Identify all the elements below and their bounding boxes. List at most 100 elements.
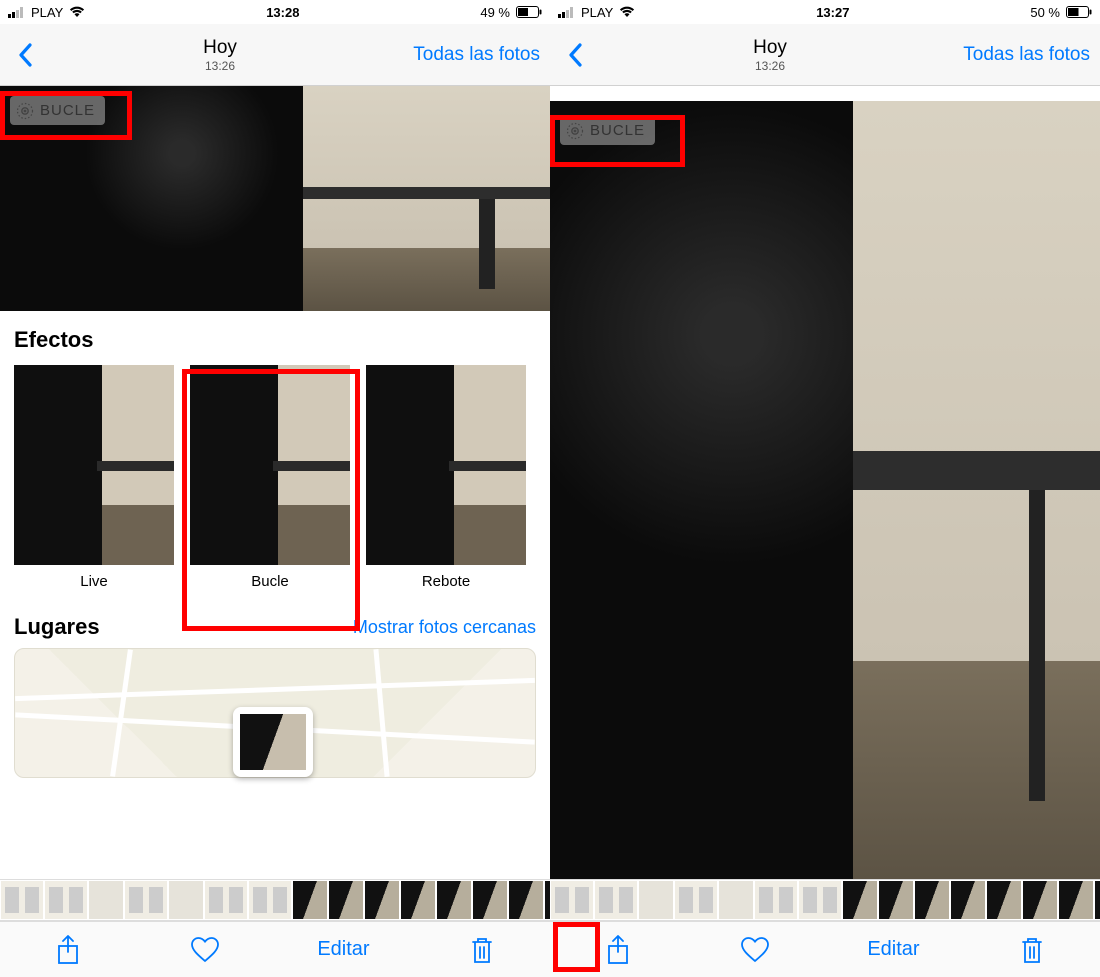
strip-thumb[interactable] — [401, 881, 435, 919]
signal-icon — [558, 7, 575, 18]
battery-icon — [516, 6, 542, 18]
strip-thumb[interactable] — [1059, 881, 1093, 919]
strip-thumb[interactable] — [89, 881, 123, 919]
effects-row[interactable]: Live Bucle Rebote — [14, 365, 536, 590]
wifi-icon — [69, 6, 85, 18]
strip-thumb[interactable] — [551, 881, 593, 919]
status-left: PLAY — [8, 5, 85, 20]
photo-preview[interactable]: BUCLE — [0, 86, 550, 311]
effects-section: Efectos Live Bucle Rebote — [0, 311, 550, 600]
signal-icon — [8, 7, 25, 18]
strip-thumb[interactable] — [473, 881, 507, 919]
map-photo-pin[interactable] — [233, 707, 313, 777]
status-bar: PLAY 13:27 50 % — [550, 0, 1100, 24]
thumbnail-strip[interactable] — [550, 879, 1100, 921]
clock: 13:27 — [816, 5, 849, 20]
strip-thumb[interactable] — [249, 881, 291, 919]
effects-heading: Efectos — [14, 327, 536, 353]
back-button[interactable] — [560, 43, 590, 67]
edit-button[interactable]: Editar — [317, 938, 369, 961]
battery-percent: 50 % — [1030, 5, 1060, 20]
badge-label: BUCLE — [40, 102, 95, 119]
spacer — [550, 86, 1100, 101]
battery-percent: 49 % — [480, 5, 510, 20]
trash-icon — [470, 935, 494, 965]
screenshot-right: PLAY 13:27 50 % Hoy 13:26 Todas las foto… — [550, 0, 1100, 977]
back-button[interactable] — [10, 43, 40, 67]
strip-thumb[interactable] — [675, 881, 717, 919]
strip-thumb[interactable] — [1, 881, 43, 919]
nav-title-group: Hoy 13:26 — [40, 37, 400, 73]
nearby-photos-link[interactable]: Mostrar fotos cercanas — [353, 617, 536, 638]
strip-thumb[interactable] — [799, 881, 841, 919]
photo-preview[interactable]: BUCLE — [550, 101, 1100, 879]
battery-icon — [1066, 6, 1092, 18]
chevron-left-icon — [568, 43, 582, 67]
photo-content — [550, 101, 1100, 879]
nav-title: Hoy — [40, 37, 400, 59]
share-icon — [606, 935, 630, 965]
carrier-label: PLAY — [581, 5, 613, 20]
strip-thumb[interactable] — [45, 881, 87, 919]
bottom-toolbar: Editar — [0, 921, 550, 977]
all-photos-link[interactable]: Todas las fotos — [950, 44, 1090, 66]
all-photos-link[interactable]: Todas las fotos — [400, 44, 540, 66]
strip-thumb[interactable] — [125, 881, 167, 919]
chevron-left-icon — [18, 43, 32, 67]
effect-live[interactable]: Live — [14, 365, 174, 590]
share-button[interactable] — [43, 928, 93, 972]
screenshot-left: PLAY 13:28 49 % Hoy 13:26 Todas las foto… — [0, 0, 550, 977]
carrier-label: PLAY — [31, 5, 63, 20]
trash-icon — [1020, 935, 1044, 965]
thumbnail-strip[interactable] — [0, 879, 550, 921]
strip-thumb[interactable] — [1095, 881, 1100, 919]
two-pane-layout: PLAY 13:28 49 % Hoy 13:26 Todas las foto… — [0, 0, 1100, 977]
strip-thumb[interactable] — [169, 881, 203, 919]
effect-rebote[interactable]: Rebote — [366, 365, 526, 590]
share-button[interactable] — [593, 928, 643, 972]
live-effect-badge[interactable]: BUCLE — [10, 96, 105, 125]
strip-thumb[interactable] — [205, 881, 247, 919]
badge-label: BUCLE — [590, 122, 645, 139]
strip-thumb[interactable] — [755, 881, 797, 919]
strip-thumb[interactable] — [951, 881, 985, 919]
strip-thumb[interactable] — [509, 881, 543, 919]
edit-button[interactable]: Editar — [867, 938, 919, 961]
places-heading: Lugares — [14, 614, 100, 640]
nav-bar: Hoy 13:26 Todas las fotos — [0, 24, 550, 86]
effect-bucle[interactable]: Bucle — [190, 365, 350, 590]
strip-thumb[interactable] — [437, 881, 471, 919]
nav-title-group: Hoy 13:26 — [590, 37, 950, 73]
wifi-icon — [619, 6, 635, 18]
strip-thumb[interactable] — [843, 881, 877, 919]
nav-subtitle: 13:26 — [40, 59, 400, 73]
strip-thumb[interactable] — [595, 881, 637, 919]
effect-thumb-bucle — [190, 365, 350, 565]
strip-thumb[interactable] — [987, 881, 1021, 919]
delete-button[interactable] — [457, 928, 507, 972]
strip-thumb[interactable] — [365, 881, 399, 919]
nav-bar: Hoy 13:26 Todas las fotos — [550, 24, 1100, 86]
places-header: Lugares Mostrar fotos cercanas — [0, 600, 550, 648]
share-icon — [56, 935, 80, 965]
strip-thumb[interactable] — [879, 881, 913, 919]
places-map[interactable] — [14, 648, 536, 778]
live-photo-icon — [566, 122, 584, 140]
live-photo-icon — [16, 102, 34, 120]
favorite-button[interactable] — [730, 928, 780, 972]
effect-label: Rebote — [366, 573, 526, 590]
strip-thumb[interactable] — [639, 881, 673, 919]
bottom-toolbar: Editar — [550, 921, 1100, 977]
strip-thumb[interactable] — [293, 881, 327, 919]
strip-thumb[interactable] — [329, 881, 363, 919]
status-right: 50 % — [1030, 5, 1092, 20]
strip-thumb[interactable] — [1023, 881, 1057, 919]
nav-title: Hoy — [590, 37, 950, 59]
effect-label: Live — [14, 573, 174, 590]
nav-subtitle: 13:26 — [590, 59, 950, 73]
strip-thumb[interactable] — [719, 881, 753, 919]
strip-thumb[interactable] — [915, 881, 949, 919]
favorite-button[interactable] — [180, 928, 230, 972]
live-effect-badge[interactable]: BUCLE — [560, 116, 655, 145]
delete-button[interactable] — [1007, 928, 1057, 972]
